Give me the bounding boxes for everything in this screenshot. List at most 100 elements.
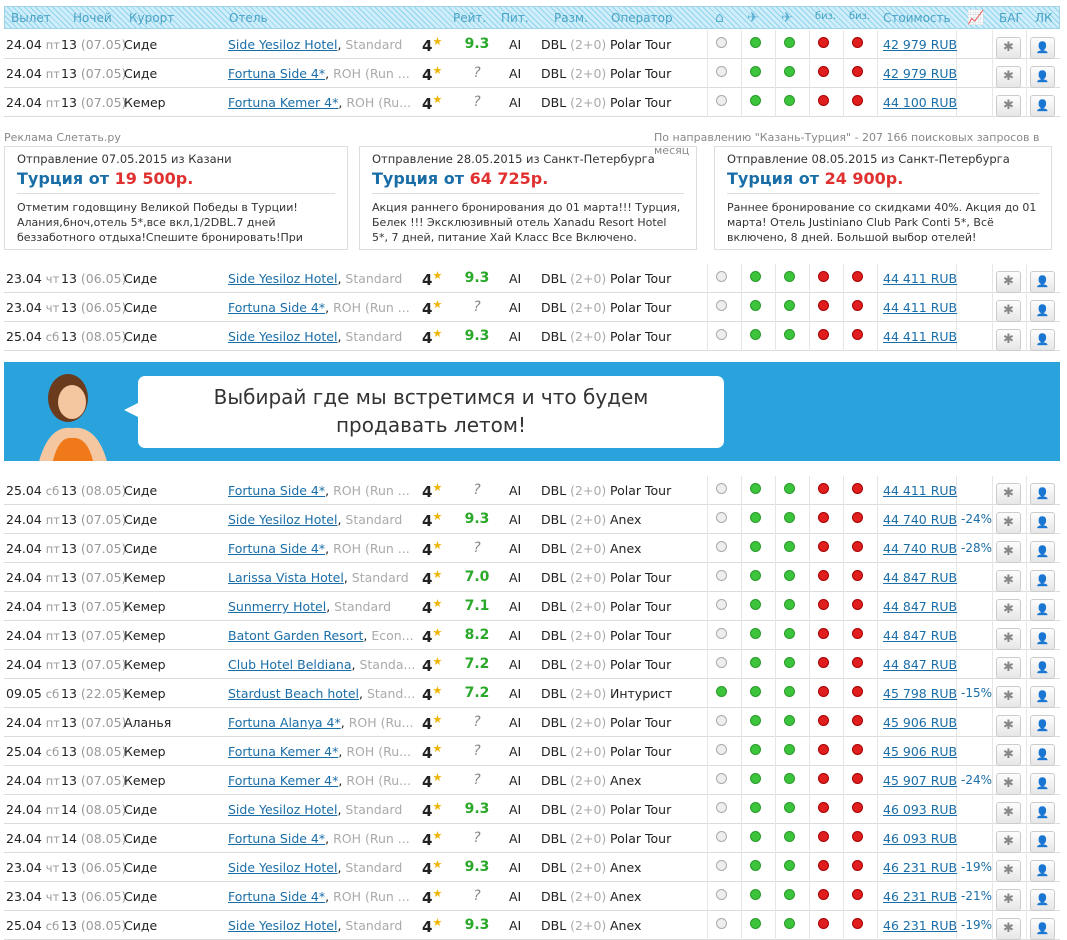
hotel-link[interactable]: Fortuna Kemer 4* [228,773,338,788]
hotel-link[interactable]: Side Yesiloz Hotel [228,512,337,527]
table-row[interactable]: 24.04 пт 13 (07.05) Аланья Fortuna Alanya 4… [4,708,1060,737]
price-link[interactable]: 45 906 RUB [883,744,957,759]
hotel-link[interactable]: Fortuna Side 4* [228,831,325,846]
ad-headline[interactable]: Турция от 24 900р. [727,169,1039,194]
hotel-link[interactable]: Fortuna Side 4* [228,889,325,904]
hotel-rating[interactable]: 9.3 [459,328,495,344]
table-row[interactable]: 24.04 пт 13 (07.05) Кемер Club Hotel Beldia… [4,650,1060,679]
hotel-link[interactable]: Side Yesiloz Hotel [228,918,337,933]
user-account-button[interactable]: 👤 [1030,715,1055,737]
table-row[interactable]: 24.04 пт 14 (08.05) Сиде Fortuna Side 4*, R… [4,824,1060,853]
bug-report-button[interactable]: ✱ [996,599,1021,621]
price-link[interactable]: 44 740 RUB [883,541,957,556]
hotel-rating[interactable]: 9.3 [459,801,495,817]
hotel-rating[interactable]: ? [459,94,495,110]
user-account-button[interactable]: 👤 [1030,512,1055,534]
hotel-link[interactable]: Batont Garden Resort [228,628,363,643]
table-row[interactable]: 23.04 чт 13 (06.05) Сиде Fortuna Side 4*, R… [4,293,1060,322]
bug-report-button[interactable]: ✱ [996,802,1021,824]
user-account-button[interactable]: 👤 [1030,918,1055,940]
hotel-rating[interactable]: ? [459,888,495,904]
user-account-button[interactable]: 👤 [1030,37,1055,59]
table-row[interactable]: 25.04 сб 13 (08.05) Сиде Side Yesiloz Hotel… [4,911,1060,940]
price-link[interactable]: 46 231 RUB [883,860,957,875]
user-account-button[interactable]: 👤 [1030,628,1055,650]
user-account-button[interactable]: 👤 [1030,802,1055,824]
price-link[interactable]: 44 740 RUB [883,512,957,527]
hotel-link[interactable]: Fortuna Alanya 4* [228,715,341,730]
user-account-button[interactable]: 👤 [1030,599,1055,621]
bug-report-button[interactable]: ✱ [996,715,1021,737]
hotel-rating[interactable]: 8.2 [459,627,495,643]
price-link[interactable]: 44 847 RUB [883,657,957,672]
bug-report-button[interactable]: ✱ [996,95,1021,117]
bug-report-button[interactable]: ✱ [996,66,1021,88]
user-account-button[interactable]: 👤 [1030,541,1055,563]
ad-headline[interactable]: Турция от 19 500р. [17,169,335,194]
table-row[interactable]: 25.04 сб 13 (08.05) Кемер Fortuna Kemer 4*,… [4,737,1060,766]
hotel-link[interactable]: Fortuna Kemer 4* [228,744,338,759]
price-link[interactable]: 46 231 RUB [883,889,957,904]
bug-report-button[interactable]: ✱ [996,512,1021,534]
hotel-rating[interactable]: 9.3 [459,859,495,875]
price-link[interactable]: 45 907 RUB [883,773,957,788]
hotel-rating[interactable]: ? [459,743,495,759]
hotel-rating[interactable]: ? [459,772,495,788]
price-link[interactable]: 42 979 RUB [883,37,957,52]
ad-box[interactable]: Отправление 07.05.2015 из Казани Турция о… [4,146,348,250]
user-account-button[interactable]: 👤 [1030,271,1055,293]
user-account-button[interactable]: 👤 [1030,860,1055,882]
hotel-link[interactable]: Sunmerry Hotel [228,599,326,614]
user-account-button[interactable]: 👤 [1030,657,1055,679]
hotel-link[interactable]: Side Yesiloz Hotel [228,802,337,817]
user-account-button[interactable]: 👤 [1030,300,1055,322]
user-account-button[interactable]: 👤 [1030,686,1055,708]
user-account-button[interactable]: 👤 [1030,483,1055,505]
bug-report-button[interactable]: ✱ [996,773,1021,795]
price-link[interactable]: 46 093 RUB [883,802,957,817]
hotel-rating[interactable]: ? [459,540,495,556]
table-row[interactable]: 09.05 сб 13 (22.05) Кемер Stardust Beach ho… [4,679,1060,708]
col-hotel[interactable]: Отель [229,11,268,25]
hotel-link[interactable]: Side Yesiloz Hotel [228,271,337,286]
user-account-button[interactable]: 👤 [1030,329,1055,351]
col-depart[interactable]: Вылет [11,11,51,25]
table-row[interactable]: 23.04 чт 13 (06.05) Сиде Fortuna Side 4*, R… [4,882,1060,911]
hotel-rating[interactable]: ? [459,299,495,315]
bug-report-button[interactable]: ✱ [996,744,1021,766]
hotel-rating[interactable]: 7.2 [459,656,495,672]
bug-report-button[interactable]: ✱ [996,831,1021,853]
table-row[interactable]: 24.04 пт 13 (07.05) Кемер Sunmerry Hotel, S… [4,592,1060,621]
bug-report-button[interactable]: ✱ [996,483,1021,505]
table-row[interactable]: 23.04 чт 13 (06.05) Сиде Side Yesiloz Hotel… [4,264,1060,293]
user-account-button[interactable]: 👤 [1030,66,1055,88]
chart-icon[interactable]: 📈 [967,10,984,26]
hotel-rating[interactable]: 7.2 [459,685,495,701]
hotel-link[interactable]: Side Yesiloz Hotel [228,860,337,875]
table-row[interactable]: 25.04 сб 13 (08.05) Сиде Fortuna Side 4*, R… [4,476,1060,505]
table-row[interactable]: 24.04 пт 13 (07.05) Сиде Fortuna Side 4*, R… [4,59,1060,88]
ad-headline[interactable]: Турция от 64 725р. [372,169,684,194]
hotel-link[interactable]: Fortuna Kemer 4* [228,95,338,110]
hotel-link[interactable]: Side Yesiloz Hotel [228,329,337,344]
bug-report-button[interactable]: ✱ [996,889,1021,911]
bug-report-button[interactable]: ✱ [996,860,1021,882]
table-row[interactable]: 24.04 пт 14 (08.05) Сиде Side Yesiloz Hotel… [4,795,1060,824]
table-row[interactable]: 24.04 пт 13 (07.05) Кемер Fortuna Kemer 4*,… [4,88,1060,117]
user-account-button[interactable]: 👤 [1030,570,1055,592]
hotel-link[interactable]: Fortuna Side 4* [228,483,325,498]
price-link[interactable]: 44 411 RUB [883,271,957,286]
hotel-link[interactable]: Club Hotel Beldiana [228,657,352,672]
table-row[interactable]: 25.04 сб 13 (08.05) Сиде Side Yesiloz Hotel… [4,322,1060,351]
col-nights[interactable]: Ночей [73,11,112,25]
hotel-rating[interactable]: 9.3 [459,36,495,52]
price-link[interactable]: 44 411 RUB [883,483,957,498]
bug-report-button[interactable]: ✱ [996,918,1021,940]
table-row[interactable]: 24.04 пт 13 (07.05) Сиде Side Yesiloz Hotel… [4,505,1060,534]
col-price[interactable]: Стоимость [883,11,951,25]
price-link[interactable]: 44 411 RUB [883,300,957,315]
bug-report-button[interactable]: ✱ [996,686,1021,708]
bug-report-button[interactable]: ✱ [996,37,1021,59]
hotel-rating[interactable]: ? [459,65,495,81]
bug-report-button[interactable]: ✱ [996,271,1021,293]
